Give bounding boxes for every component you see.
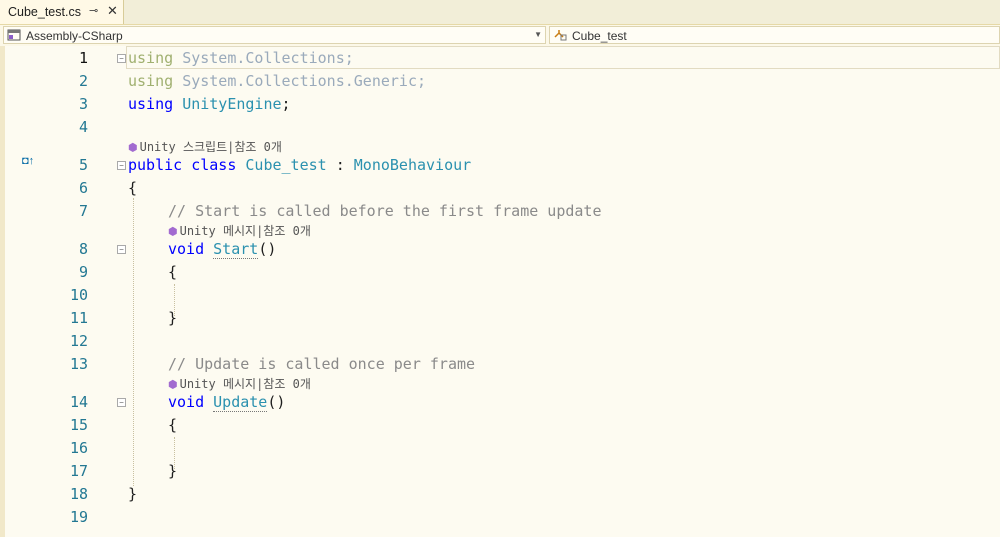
line-number: 19 bbox=[69, 508, 88, 526]
indicator-margin bbox=[0, 46, 5, 537]
line-number: 15 bbox=[69, 416, 88, 434]
code-line-15: { bbox=[168, 416, 178, 434]
code-line-6: { bbox=[128, 179, 138, 197]
line-number: 10 bbox=[69, 286, 88, 304]
code-line-18: } bbox=[128, 485, 138, 503]
tab-label: Cube_test.cs bbox=[8, 5, 81, 19]
code-comment-start: // Start is called before the first fram… bbox=[168, 202, 602, 220]
line-number: 17 bbox=[69, 462, 88, 480]
collapse-icon[interactable]: − bbox=[117, 161, 126, 170]
unity-icon: ⬢ bbox=[168, 378, 178, 391]
codelens-references[interactable]: ⬢ Unity 메시지|참조 0개 bbox=[168, 375, 311, 392]
close-icon[interactable]: ✕ bbox=[107, 3, 118, 19]
chevron-down-icon[interactable]: ▼ bbox=[534, 30, 542, 39]
line-number: 5 bbox=[78, 156, 88, 174]
line-number: 3 bbox=[78, 95, 88, 113]
class-icon bbox=[554, 30, 567, 41]
code-line-17: } bbox=[168, 462, 178, 480]
line-number: 2 bbox=[78, 72, 88, 90]
line-number: 6 bbox=[78, 179, 88, 197]
navigation-bar: Assembly-CSharp ▼ Cube_test bbox=[0, 25, 1000, 47]
line-number: 1 bbox=[78, 49, 88, 67]
line-number: 13 bbox=[69, 355, 88, 373]
line-number: 12 bbox=[69, 332, 88, 350]
code-line-1: using System.Collections; bbox=[128, 49, 354, 67]
unity-icon: ⬢ bbox=[128, 141, 138, 154]
code-line-11: } bbox=[168, 309, 178, 327]
tab-cube-test[interactable]: Cube_test.cs ⊸ ✕ bbox=[0, 0, 124, 24]
code-line-3: using UnityEngine; bbox=[128, 95, 291, 113]
code-line-5: public class Cube_test : MonoBehaviour bbox=[128, 156, 472, 174]
tab-bar: Cube_test.cs ⊸ ✕ bbox=[0, 0, 1000, 25]
code-line-2: using System.Collections.Generic; bbox=[128, 72, 427, 90]
project-dropdown[interactable]: Assembly-CSharp ▼ bbox=[3, 26, 546, 44]
code-line-9: { bbox=[168, 263, 178, 281]
line-number: 8 bbox=[78, 240, 88, 258]
project-label: Assembly-CSharp bbox=[26, 29, 123, 43]
class-label: Cube_test bbox=[572, 29, 627, 43]
code-editor[interactable]: ◘↑ 1 2 3 4 5 6 7 8 9 10 11 12 13 14 15 1… bbox=[0, 46, 1000, 537]
override-marker-icon[interactable]: ◘↑ bbox=[22, 155, 34, 167]
line-number: 14 bbox=[69, 393, 88, 411]
code-comment-update: // Update is called once per frame bbox=[168, 355, 476, 373]
line-number: 4 bbox=[78, 118, 88, 136]
line-number: 7 bbox=[78, 202, 88, 220]
line-number: 9 bbox=[78, 263, 88, 281]
code-line-14: void Update() bbox=[168, 393, 286, 412]
codelens-references[interactable]: ⬢ Unity 메시지|참조 0개 bbox=[168, 222, 311, 239]
line-number: 18 bbox=[69, 485, 88, 503]
collapse-icon[interactable]: − bbox=[117, 398, 126, 407]
indent-guide bbox=[133, 198, 134, 486]
unity-icon: ⬢ bbox=[168, 225, 178, 238]
codelens-references[interactable]: ⬢ Unity 스크립트|참조 0개 bbox=[128, 138, 282, 155]
collapse-icon[interactable]: − bbox=[117, 245, 126, 254]
collapse-icon[interactable]: − bbox=[117, 54, 126, 63]
line-number: 11 bbox=[69, 309, 88, 327]
class-dropdown[interactable]: Cube_test bbox=[549, 26, 1000, 44]
project-icon bbox=[7, 29, 21, 41]
code-line-8: void Start() bbox=[168, 240, 277, 259]
pin-icon[interactable]: ⊸ bbox=[89, 4, 98, 17]
line-number: 16 bbox=[69, 439, 88, 457]
